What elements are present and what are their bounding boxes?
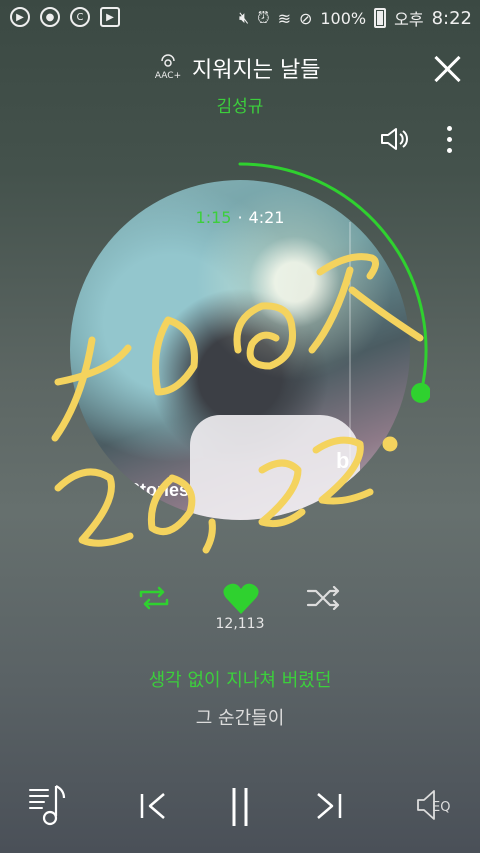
eq-label: EQ [432,800,451,815]
next-track-button[interactable] [308,780,352,830]
do-not-disturb-icon: ⊘ [298,8,313,28]
copyright-icon: C [70,7,90,27]
battery-percent: 100% [320,8,367,28]
progress-knob[interactable] [411,382,430,403]
lyric-current-line[interactable]: 생각 없이 지나쳐 버렸던 [0,666,480,692]
wifi-icon: ≋ [277,8,291,28]
player-header: AAC+ 지워지는 날들 김성규 [0,46,480,117]
progress-arc [238,162,428,395]
ampm-label: 오후 [394,10,424,29]
pause-button[interactable] [218,780,262,830]
more-options-button[interactable] [442,126,456,156]
repeat-button[interactable] [137,586,171,610]
total-time: 4:21 [248,208,285,227]
current-time: 1:15 [195,208,232,227]
like-heart-button[interactable] [222,582,260,616]
status-bar: ▶ ● C ▶ 🔇︎ ⏰︎ ≋ ⊘ 100% 오후 8:22 [0,0,480,34]
quality-badge: AAC+ [153,52,183,81]
actions-row [0,580,480,620]
song-title: 지워지는 날들 [192,58,321,83]
artist-name[interactable]: 김성규 [0,92,480,117]
more-dot [446,126,452,131]
more-dot [446,137,452,142]
album-art-area[interactable]: Stories b 1:15 · 4:21 [70,162,430,520]
alarm-icon: ⏰︎ [257,8,270,27]
mute-icon: 🔇︎ [238,8,250,27]
play-circle-icon: ▶ [10,7,30,27]
playlist-icon[interactable] [26,780,70,830]
audio-quality-icon [161,54,175,67]
quality-badge-label: AAC+ [154,71,182,81]
close-button[interactable] [430,52,464,86]
battery-icon [374,8,387,28]
equalizer-button[interactable]: EQ [412,780,462,830]
speaker-icon[interactable] [380,126,410,152]
playback-controls: EQ [0,780,480,840]
video-app-icon: ▶ [100,7,120,27]
shuffle-button[interactable] [306,586,342,610]
more-dot [446,148,452,153]
music-app-icon: ● [40,7,60,27]
time-readout: 1:15 · 4:21 [70,208,410,227]
previous-track-button[interactable] [130,780,174,830]
lyric-next-line[interactable]: 그 순간들이 [0,704,480,730]
like-count: 12,113 [215,616,265,632]
clock: 8:22 [431,7,472,29]
time-separator: · [237,208,243,227]
